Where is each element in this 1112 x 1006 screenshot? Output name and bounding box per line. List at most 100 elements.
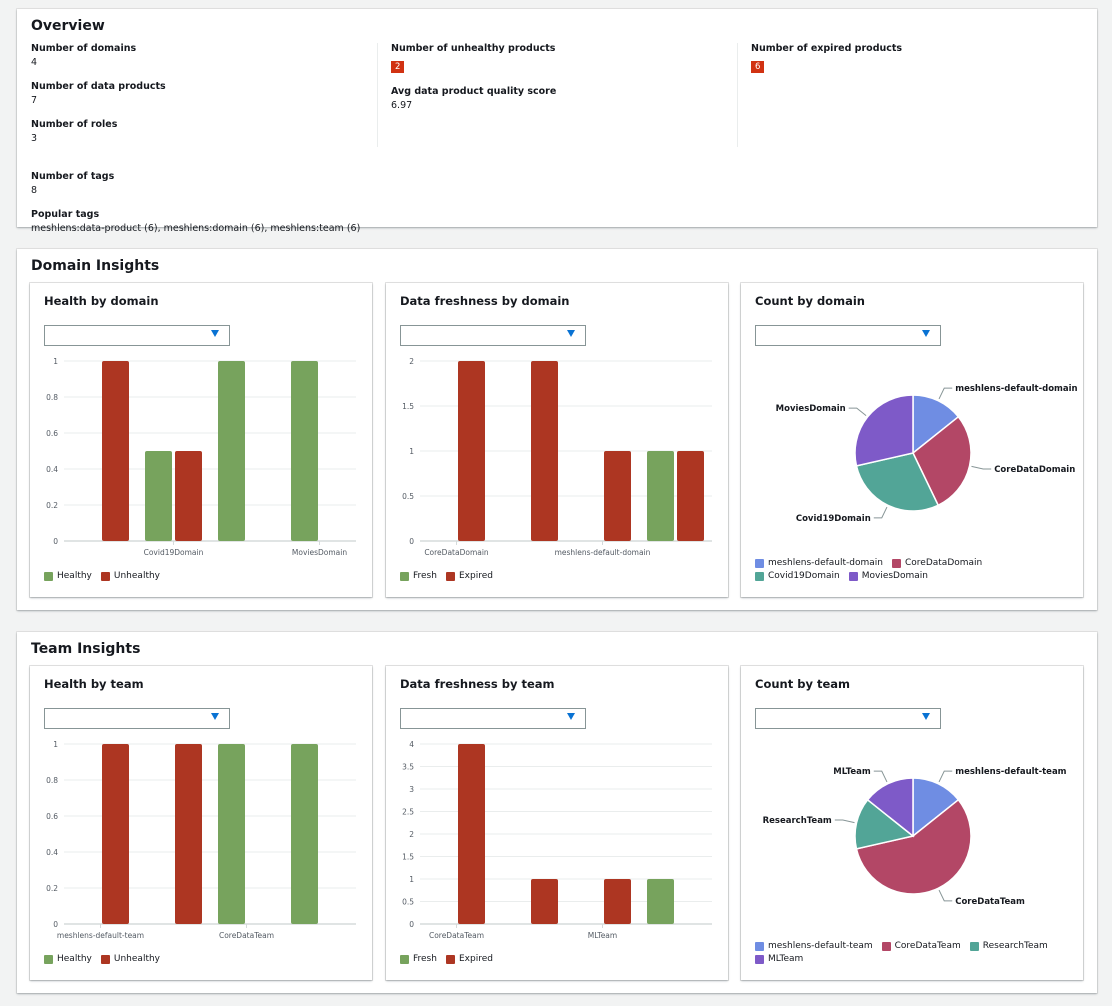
bar-expired[interactable]	[458, 744, 485, 924]
stat-value: 8	[31, 185, 38, 196]
fresh-domain-chart: 0 0.5 1 1.5 2 CoreDataDomain meshlens-default-…	[402, 357, 712, 557]
bar-healthy[interactable]	[218, 361, 245, 541]
y-tick-label: 0.6	[46, 429, 58, 438]
legend-item[interactable]: CoreDataDomain	[892, 558, 982, 568]
legend-label: Healthy	[57, 954, 92, 964]
y-tick-label: 0.2	[46, 501, 58, 510]
y-tick-label: 0.6	[46, 812, 58, 821]
leader-line	[971, 465, 992, 470]
chart-legend: meshlens-default-domain CoreDataDomain Cov…	[755, 558, 1075, 581]
stat-label: Number of data products	[31, 81, 166, 92]
legend-item[interactable]: Fresh	[400, 571, 437, 581]
stat-value: 4	[31, 57, 38, 68]
filter-dropdown[interactable]	[400, 325, 586, 346]
y-tick-label: 2	[409, 357, 414, 366]
bar-unhealthy[interactable]	[102, 744, 129, 924]
filter-dropdown[interactable]	[44, 325, 230, 346]
bar-fresh[interactable]	[647, 451, 674, 541]
legend-item[interactable]: Covid19Domain	[755, 571, 840, 581]
leader-line	[938, 387, 953, 400]
stat-label: Number of tags	[31, 171, 115, 182]
filter-dropdown[interactable]	[755, 325, 941, 346]
chart-title: Health by team	[44, 677, 144, 691]
slice-label: Covid19Domain	[796, 514, 871, 524]
legend-item[interactable]: Healthy	[44, 571, 92, 581]
chart-title: Data freshness by domain	[400, 294, 570, 308]
y-tick-label: 1.5	[402, 853, 414, 862]
legend-item[interactable]: Unhealthy	[100, 954, 160, 964]
bar-expired[interactable]	[604, 879, 631, 924]
bar-healthy[interactable]	[291, 744, 318, 924]
y-tick-label: 0.4	[46, 465, 58, 474]
legend-swatch	[445, 571, 455, 581]
legend-item[interactable]: meshlens-default-team	[755, 941, 873, 951]
legend-swatch	[400, 571, 409, 581]
legend-item[interactable]: Expired	[445, 954, 493, 964]
bar-fresh[interactable]	[647, 879, 674, 924]
bar-expired[interactable]	[458, 361, 485, 541]
legend-item[interactable]: CoreDataTeam	[881, 941, 961, 951]
chart-legend: Fresh Expired	[400, 954, 720, 964]
filter-dropdown[interactable]	[44, 708, 230, 729]
y-tick-label: 0.4	[46, 848, 58, 857]
legend-item[interactable]: Expired	[445, 571, 493, 581]
section-title: Team Insights	[31, 641, 141, 657]
legend-label: CoreDataTeam	[894, 941, 961, 951]
legend-swatch	[881, 941, 891, 951]
legend-item[interactable]: meshlens-default-domain	[755, 558, 883, 568]
bar-unhealthy[interactable]	[175, 744, 202, 924]
legend-swatch	[755, 941, 764, 951]
legend-swatch	[755, 954, 764, 964]
stat-roles: Number of roles 3	[31, 119, 360, 144]
filter-dropdown[interactable]	[400, 708, 586, 729]
bar-unhealthy[interactable]	[102, 361, 129, 541]
chart-title: Health by domain	[44, 294, 159, 308]
y-tick-label: 0	[53, 537, 58, 546]
caret-down-icon	[567, 713, 575, 720]
x-tick-label: MoviesDomain	[292, 548, 347, 557]
bar-healthy[interactable]	[291, 361, 318, 541]
stat-value: 3	[31, 133, 38, 144]
caret-down-icon	[567, 330, 575, 337]
legend-swatch	[400, 954, 409, 964]
filter-dropdown[interactable]	[755, 708, 941, 729]
overview-title: Overview	[31, 18, 105, 34]
bar-expired[interactable]	[677, 451, 704, 541]
legend-swatch	[848, 571, 858, 581]
bar-expired[interactable]	[531, 361, 558, 541]
legend-label: Fresh	[413, 571, 437, 581]
legend-item[interactable]: MoviesDomain	[848, 571, 928, 581]
pie-slice[interactable]	[854, 394, 914, 467]
legend-item[interactable]: Unhealthy	[100, 571, 160, 581]
count-domain-chart: meshlens-default-domain CoreDataDomain Cov…	[776, 384, 1078, 524]
y-tick-label: 0.2	[46, 884, 58, 893]
legend-item[interactable]: Healthy	[44, 954, 92, 964]
divider	[737, 43, 738, 147]
legend-item[interactable]: ResearchTeam	[969, 941, 1048, 951]
legend-swatch	[445, 954, 455, 964]
y-tick-label: 0.5	[402, 898, 414, 907]
bar-healthy[interactable]	[218, 744, 245, 924]
bar-unhealthy[interactable]	[175, 451, 202, 541]
y-tick-label: 1	[409, 447, 414, 456]
chart-title: Data freshness by team	[400, 677, 555, 691]
caret-down-icon	[211, 330, 219, 337]
health-domain-card: Health by domain 0 0.2 0.4 0.6 0.8 1 Covid19Do…	[30, 283, 372, 597]
y-tick-label: 1.5	[402, 402, 414, 411]
bar-healthy[interactable]	[145, 451, 172, 541]
bar-expired[interactable]	[604, 451, 631, 541]
chart-title: Count by team	[755, 677, 850, 691]
y-tick-label: 2	[409, 830, 414, 839]
legend-item[interactable]: MLTeam	[755, 954, 803, 964]
slice-label: MLTeam	[833, 767, 871, 777]
stat-domains: Number of domains 4	[31, 43, 360, 68]
slice-label: meshlens-default-team	[955, 767, 1066, 777]
leader-line	[938, 770, 953, 783]
divider	[377, 43, 378, 147]
x-tick-label: meshlens-default-team	[57, 931, 144, 940]
bar-expired[interactable]	[531, 879, 558, 924]
stat-unhealthy: Number of unhealthy products 2	[391, 43, 556, 73]
legend-item[interactable]: Fresh	[400, 954, 437, 964]
legend-swatch	[100, 954, 110, 964]
leader-line	[848, 407, 867, 416]
